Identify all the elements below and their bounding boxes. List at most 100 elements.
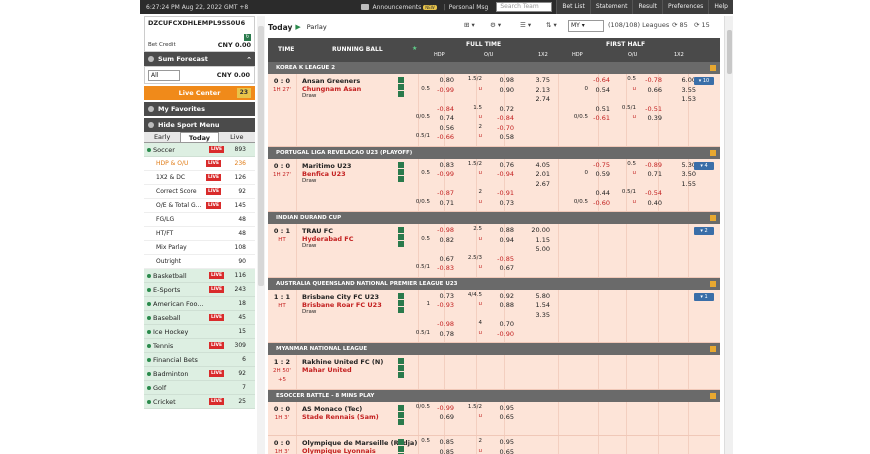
odds-cell[interactable]: 0.76 xyxy=(490,161,514,169)
odds-cell[interactable]: -0.78 xyxy=(638,76,662,84)
league-header[interactable]: MYANMAR NATIONAL LEAGUE xyxy=(268,343,720,355)
odds-cell[interactable]: -0.70 xyxy=(490,124,514,132)
odds-cell[interactable]: -0.84 xyxy=(490,114,514,122)
odds-cell[interactable]: 0.66 xyxy=(638,86,662,94)
sort-icon[interactable]: ⇅ ▾ xyxy=(546,21,557,29)
sidebar-item-tennis[interactable]: Tennis LIVE 309 xyxy=(144,339,255,353)
odds-cell[interactable]: 1.15 xyxy=(526,236,550,244)
leagues-filter[interactable]: (108/108) Leagues xyxy=(608,21,669,29)
sidebar-item-ice-hockey[interactable]: Ice Hockey 15 xyxy=(144,325,255,339)
odds-cell[interactable]: 0.70 xyxy=(490,320,514,328)
personal-msg-link[interactable]: Personal Msg xyxy=(449,4,489,11)
sidebar-item-soccer[interactable]: Soccer LIVE 893 xyxy=(144,143,255,157)
odds-cell[interactable]: -0.90 xyxy=(490,330,514,338)
odds-cell[interactable]: 0.69 xyxy=(430,413,454,421)
odds-cell[interactable]: 0.78 xyxy=(430,330,454,338)
league-header[interactable]: ESOCCER BATTLE - 8 MINS PLAY xyxy=(268,389,720,402)
odds-cell[interactable]: 1.54 xyxy=(526,301,550,309)
fav-icon[interactable] xyxy=(398,372,404,378)
fav-icon[interactable] xyxy=(398,175,404,182)
tv-icon[interactable] xyxy=(398,358,404,364)
odds-cell[interactable]: 2.67 xyxy=(526,180,550,188)
more-bets-button[interactable]: ▾ 2 xyxy=(694,227,714,235)
odds-cell[interactable]: 0.58 xyxy=(490,133,514,141)
odds-cell[interactable]: -0.98 xyxy=(430,226,454,234)
statement-button[interactable]: Statement xyxy=(589,0,633,14)
settings-icon[interactable]: ⚙ ▾ xyxy=(490,21,501,29)
odds-cell[interactable]: 0.95 xyxy=(490,438,514,446)
main-scrollbar[interactable] xyxy=(724,16,733,454)
list-icon[interactable]: ☰ ▾ xyxy=(520,21,531,29)
odds-cell[interactable]: 3.55 xyxy=(672,86,696,94)
odds-type-select[interactable]: MY ▾ xyxy=(568,20,604,32)
league-refresh-icon[interactable] xyxy=(710,346,716,352)
odds-cell[interactable]: 5.00 xyxy=(526,245,550,253)
league-refresh-icon[interactable] xyxy=(710,280,716,287)
odds-cell[interactable]: -0.61 xyxy=(586,114,610,122)
odds-cell[interactable]: -0.94 xyxy=(490,170,514,178)
odds-cell[interactable]: 0.59 xyxy=(586,170,610,178)
stats-icon[interactable] xyxy=(398,168,404,175)
odds-cell[interactable]: -0.60 xyxy=(586,199,610,207)
odds-cell[interactable]: 0.80 xyxy=(430,76,454,84)
play-icon[interactable]: ▶ xyxy=(295,23,300,31)
stats-icon[interactable] xyxy=(398,446,404,452)
odds-cell[interactable]: -0.99 xyxy=(430,404,454,412)
hide-sport-menu-header[interactable]: Hide Sport Menu xyxy=(144,118,255,132)
sidebar-item-baseball[interactable]: Baseball LIVE 45 xyxy=(144,311,255,325)
odds-cell[interactable]: 0.67 xyxy=(430,255,454,263)
odds-cell[interactable]: -0.99 xyxy=(430,86,454,94)
more-bets-button[interactable]: ▾ 1 xyxy=(694,292,714,301)
odds-cell[interactable]: 0.88 xyxy=(490,226,514,234)
odds-cell[interactable]: 0.56 xyxy=(430,124,454,132)
grid-icon[interactable]: ⊞ ▾ xyxy=(464,21,475,29)
sidebar-sub-mix-parlay[interactable]: Mix Parlay 108 xyxy=(144,241,255,255)
odds-cell[interactable]: 0.94 xyxy=(490,236,514,244)
odds-cell[interactable]: 0.85 xyxy=(430,438,454,446)
odds-cell[interactable]: 3.75 xyxy=(526,76,550,84)
odds-cell[interactable]: 0.71 xyxy=(430,199,454,207)
tv-icon[interactable] xyxy=(398,404,404,411)
odds-cell[interactable]: -0.93 xyxy=(430,301,454,309)
fav-icon[interactable] xyxy=(398,306,404,313)
league-refresh-icon[interactable] xyxy=(710,65,716,71)
collapse-icon[interactable]: ⌃ xyxy=(246,53,252,67)
odds-cell[interactable]: -0.85 xyxy=(490,255,514,263)
odds-cell[interactable]: -0.54 xyxy=(638,189,662,197)
league-header[interactable]: INDIAN DURAND CUP xyxy=(268,212,720,224)
fav-icon[interactable] xyxy=(398,91,404,97)
league-refresh-icon[interactable] xyxy=(710,392,716,399)
odds-cell[interactable]: 0.98 xyxy=(490,76,514,84)
odds-cell[interactable]: -0.83 xyxy=(430,264,454,272)
help-button[interactable]: Help xyxy=(708,0,733,14)
odds-cell[interactable]: 0.71 xyxy=(638,170,662,178)
odds-cell[interactable]: 0.65 xyxy=(490,448,514,454)
odds-cell[interactable]: 0.73 xyxy=(430,292,454,300)
odds-cell[interactable]: 5.30 xyxy=(672,161,696,169)
odds-cell[interactable]: -0.66 xyxy=(430,133,454,141)
odds-cell[interactable]: 1.53 xyxy=(672,95,696,103)
odds-cell[interactable]: 5.80 xyxy=(526,292,550,300)
tab-today[interactable]: Today xyxy=(180,132,219,142)
refresh-count-15[interactable]: ⟳ 15 xyxy=(694,21,710,29)
star-icon[interactable]: ★ xyxy=(412,45,417,52)
sidebar-sub-correct-score[interactable]: Correct Score LIVE 92 xyxy=(144,185,255,199)
live-center-button[interactable]: Live Center 23 xyxy=(144,86,255,100)
league-header[interactable]: KOREA K LEAGUE 2 xyxy=(268,62,720,74)
tv-icon[interactable] xyxy=(398,77,404,83)
odds-cell[interactable]: 0.44 xyxy=(586,189,610,197)
odds-cell[interactable]: -0.87 xyxy=(430,189,454,197)
odds-cell[interactable]: 0.82 xyxy=(430,236,454,244)
more-bets-button[interactable]: ▾ 10 xyxy=(694,77,714,85)
tv-icon[interactable] xyxy=(398,161,404,168)
odds-cell[interactable]: -0.89 xyxy=(638,161,662,169)
odds-cell[interactable]: 20.00 xyxy=(526,226,550,234)
odds-cell[interactable]: 0.39 xyxy=(638,114,662,122)
sidebar-item-golf[interactable]: Golf 7 xyxy=(144,381,255,395)
odds-cell[interactable]: 3.35 xyxy=(526,311,550,319)
sidebar-sub-ht-ft[interactable]: HT/FT 48 xyxy=(144,227,255,241)
refresh-icon[interactable]: ↻ xyxy=(244,34,251,41)
odds-cell[interactable]: 6.00 xyxy=(672,76,696,84)
my-favorites-header[interactable]: My Favorites xyxy=(144,102,255,116)
preferences-button[interactable]: Preferences xyxy=(662,0,709,14)
